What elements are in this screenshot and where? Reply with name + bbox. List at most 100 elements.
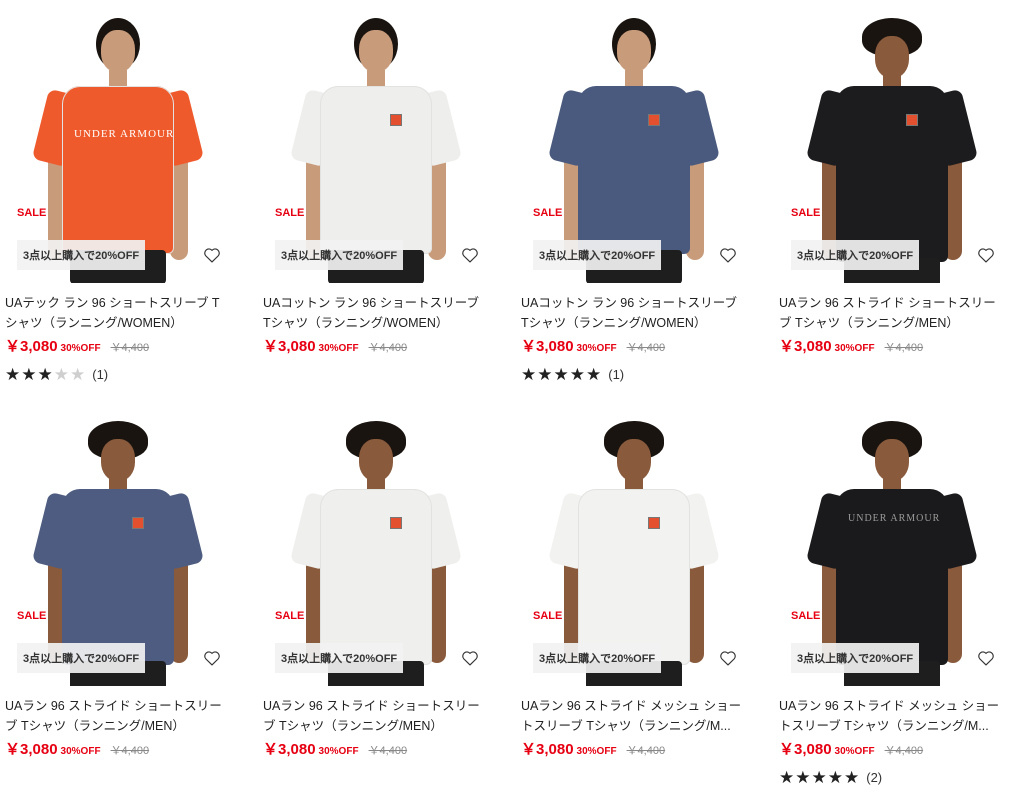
chest-logo-patch [648,114,660,126]
discount-label: 30%OFF [318,343,359,354]
heart-icon [719,247,737,268]
price-row: ￥3,080 30%OFF ￥4,400 [5,738,231,759]
star-filled-icon: ★ [553,364,569,384]
star-filled-icon: ★ [5,364,21,384]
product-image[interactable]: SALE 3点以上購入で20%OFF [263,0,489,283]
heart-icon [461,650,479,671]
sale-price: ￥3,080 [779,741,832,758]
model-shirt [320,489,432,665]
favorite-button[interactable] [973,647,999,673]
favorite-button[interactable] [199,647,225,673]
star-filled-icon: ★ [37,364,53,384]
favorite-button[interactable] [973,244,999,270]
model-shirt [62,86,174,254]
original-price: ￥4,400 [368,342,408,354]
price-row: ￥3,080 30%OFF ￥4,400 [5,335,231,356]
star-empty-icon: ★ [70,364,86,384]
sale-badge: SALE [791,207,821,219]
original-price: ￥4,400 [110,745,150,757]
star-filled-icon: ★ [569,364,585,384]
favorite-button[interactable] [199,244,225,270]
sale-price: ￥3,080 [521,741,574,758]
star-filled-icon: ★ [811,767,827,787]
sale-price: ￥3,080 [263,338,316,355]
product-card[interactable]: SALE 3点以上購入で20%OFF UAラン 96 ストライド ショートスリーブ … [5,403,231,759]
heart-icon [203,650,221,671]
original-price: ￥4,400 [626,342,666,354]
product-image[interactable]: UNDER ARMOUR SALE 3点以上購入で20%OFF [5,0,231,283]
star-filled-icon: ★ [537,364,553,384]
product-image[interactable]: SALE 3点以上購入で20%OFF [5,403,231,686]
product-image[interactable]: UNDER ARMOUR SALE 3点以上購入で20%OFF [779,403,1005,686]
product-card[interactable]: UNDER ARMOUR SALE 3点以上購入で20%OFF UAテック ラン 96… [5,0,231,384]
model-shirt [62,489,174,665]
star-filled-icon: ★ [844,767,860,787]
product-card[interactable]: SALE 3点以上購入で20%OFF UAラン 96 ストライド メッシュ ショート… [521,403,747,759]
price-row: ￥3,080 30%OFF ￥4,400 [521,335,747,356]
product-card[interactable]: SALE 3点以上購入で20%OFF UAコットン ラン 96 ショートスリーブ T… [263,0,489,356]
star-filled-icon: ★ [521,364,537,384]
product-card[interactable]: SALE 3点以上購入で20%OFF UAコットン ラン 96 ショートスリーブ T… [521,0,747,384]
review-count: (1) [92,366,109,382]
sale-badge: SALE [533,207,563,219]
favorite-button[interactable] [715,244,741,270]
promo-badge: 3点以上購入で20%OFF [17,240,146,270]
price-row: ￥3,080 30%OFF ￥4,400 [263,738,489,759]
chest-logo-patch [390,114,402,126]
favorite-button[interactable] [457,647,483,673]
product-image[interactable]: SALE 3点以上購入で20%OFF [263,403,489,686]
sale-price: ￥3,080 [521,338,574,355]
chest-print: UNDER ARMOUR [74,128,175,140]
product-image[interactable]: SALE 3点以上購入で20%OFF [521,403,747,686]
star-filled-icon: ★ [779,767,795,787]
favorite-button[interactable] [457,244,483,270]
product-name[interactable]: UAラン 96 ストライド ショートスリーブ Tシャツ（ランニング/MEN） [5,696,231,736]
discount-label: 30%OFF [576,343,617,354]
star-filled-icon: ★ [586,364,602,384]
chest-logo-patch [648,517,660,529]
product-name[interactable]: UAテック ラン 96 ショートスリーブ Tシャツ（ランニング/WOMEN） [5,293,231,333]
product-name[interactable]: UAラン 96 ストライド メッシュ ショートスリーブ Tシャツ（ランニング/M… [521,696,747,736]
original-price: ￥4,400 [884,342,924,354]
sale-badge: SALE [791,610,821,622]
product-card[interactable]: SALE 3点以上購入で20%OFF UAラン 96 ストライド ショートスリーブ … [263,403,489,759]
heart-icon [461,247,479,268]
original-price: ￥4,400 [626,745,666,757]
heart-icon [719,650,737,671]
product-card[interactable]: SALE 3点以上購入で20%OFF UAラン 96 ストライド ショートスリーブ … [779,0,1005,356]
chest-logo-patch [906,114,918,126]
sale-price: ￥3,080 [5,338,58,355]
sale-price: ￥3,080 [779,338,832,355]
chest-print: UNDER ARMOUR [848,513,941,524]
original-price: ￥4,400 [884,745,924,757]
promo-badge: 3点以上購入で20%OFF [533,643,662,673]
model-shirt [320,86,432,254]
product-name[interactable]: UAラン 96 ストライド ショートスリーブ Tシャツ（ランニング/MEN） [263,696,489,736]
product-name[interactable]: UAコットン ラン 96 ショートスリーブ Tシャツ（ランニング/WOMEN） [263,293,489,333]
review-count: (2) [866,769,883,785]
promo-badge: 3点以上購入で20%OFF [791,643,920,673]
discount-label: 30%OFF [834,343,875,354]
sale-price: ￥3,080 [5,741,58,758]
product-name[interactable]: UAラン 96 ストライド ショートスリーブ Tシャツ（ランニング/MEN） [779,293,1005,333]
promo-badge: 3点以上購入で20%OFF [17,643,146,673]
product-name[interactable]: UAコットン ラン 96 ショートスリーブ Tシャツ（ランニング/WOMEN） [521,293,747,333]
sale-badge: SALE [533,610,563,622]
sale-badge: SALE [275,610,305,622]
sale-badge: SALE [275,207,305,219]
sale-price: ￥3,080 [263,741,316,758]
model-shirt [578,86,690,254]
heart-icon [977,650,995,671]
heart-icon [203,247,221,268]
product-name[interactable]: UAラン 96 ストライド メッシュ ショートスリーブ Tシャツ（ランニング/M… [779,696,1005,736]
discount-label: 30%OFF [60,746,101,757]
model-face [617,30,651,72]
product-card[interactable]: UNDER ARMOUR SALE 3点以上購入で20%OFF UAラン 96 ストラ… [779,403,1005,787]
price-row: ￥3,080 30%OFF ￥4,400 [779,738,1005,759]
sale-badge: SALE [17,207,47,219]
price-row: ￥3,080 30%OFF ￥4,400 [779,335,1005,356]
product-image[interactable]: SALE 3点以上購入で20%OFF [779,0,1005,283]
product-image[interactable]: SALE 3点以上購入で20%OFF [521,0,747,283]
model-face [101,30,135,72]
favorite-button[interactable] [715,647,741,673]
